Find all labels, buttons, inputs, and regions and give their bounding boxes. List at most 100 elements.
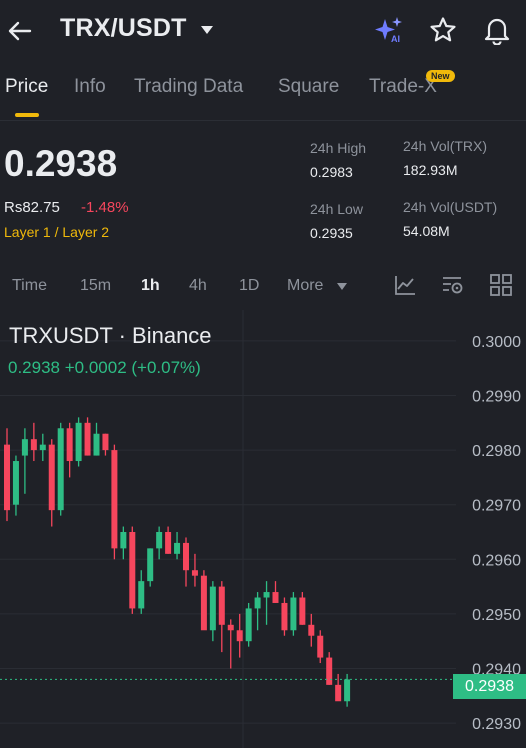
tab-price[interactable]: Price [5,76,48,98]
candle-body [147,548,154,582]
more-caret-icon[interactable] [337,283,347,290]
candle-body [12,461,19,505]
candle [66,422,73,478]
high-value: 0.2983 [310,164,353,180]
indicator-icon[interactable] [393,273,417,297]
chart-title: TRXUSDT · Binance [9,323,212,348]
candle [281,597,288,636]
candle [183,537,189,587]
bell-icon[interactable] [483,15,511,45]
candle [254,592,261,631]
tab-square[interactable]: Square [278,76,339,98]
candle [317,630,324,664]
candle [156,526,163,560]
candle [102,433,109,456]
interval-1h[interactable]: 1h [141,277,160,295]
candle-body [218,586,225,625]
svg-text:AI: AI [391,34,400,44]
interval-bar: Time 15m 1h 4h 1D More [0,270,526,302]
interval-1d[interactable]: 1D [239,277,259,295]
candle [120,526,127,560]
header: TRX/USDT AI [0,0,526,62]
interval-more[interactable]: More [287,277,323,295]
y-tick-label: 0.2950 [472,607,521,624]
star-icon[interactable] [429,16,457,44]
low-label: 24h Low [310,201,363,217]
candle-body [209,586,216,631]
candle-body [326,657,333,685]
candle-body [308,624,315,636]
candle-body [236,630,243,642]
vol-usdt-value: 54.08M [403,223,450,239]
candle [290,592,297,636]
candle [48,439,55,527]
new-badge: New [426,70,455,82]
candle [272,581,279,603]
candle-body [263,592,270,598]
candle-body [75,422,82,462]
candle-body [290,597,297,631]
y-tick-label: 0.2930 [472,716,521,733]
candle [21,428,28,494]
back-arrow-icon[interactable] [6,17,34,45]
candle-body [39,444,46,451]
candle [218,581,225,653]
candle-body [227,624,234,631]
candle [111,444,118,560]
candle-body [138,581,145,609]
vol-usdt-label: 24h Vol(USDT) [403,199,498,215]
caret-down-icon[interactable] [201,26,213,34]
ai-sparkle-icon[interactable]: AI [374,15,404,45]
candlestick-chart[interactable]: 0.3000 0.2990 0.2980 0.2970 0.2960 0.2950 0.29… [0,310,526,748]
last-price-flag: 0.2938 [453,674,526,699]
grid-layout-icon[interactable] [489,273,513,297]
candle [344,673,351,707]
candle-body [30,439,37,451]
candle-body [156,532,163,549]
candle-body [48,444,55,511]
y-tick-label: 0.2960 [472,552,521,569]
candle-body [66,428,73,462]
candle [227,619,234,669]
candle-body [4,444,10,511]
category-tag[interactable]: Layer 1 / Layer 2 [4,224,109,240]
candle [12,455,19,516]
y-tick-label: 0.2980 [472,443,521,460]
candle [57,422,64,516]
candle-body [120,532,127,549]
candle-body [21,439,28,456]
candle [245,602,252,647]
vol-trx-label: 24h Vol(TRX) [403,138,488,154]
candle-body [254,597,261,609]
candle-body [200,575,207,631]
candle [263,581,270,625]
candle [299,592,306,625]
candle [326,652,333,685]
settings-icon[interactable] [441,273,465,297]
candle [147,548,154,587]
candle-body [102,433,109,451]
tab-trading-data[interactable]: Trading Data [134,76,243,98]
active-tab-indicator [15,113,39,117]
interval-15m[interactable]: 15m [80,277,111,295]
candle [335,673,342,702]
candle-body [317,635,324,658]
candle-body [84,422,91,456]
high-label: 24h High [310,140,367,156]
candle-body [183,542,189,571]
candle [129,526,136,614]
candle [165,526,172,554]
candle-body [129,532,136,609]
interval-4h[interactable]: 4h [189,277,207,295]
divider [0,120,526,121]
candle-body [272,592,279,603]
pair-title[interactable]: TRX/USDT [60,14,187,43]
candle [174,532,181,560]
interval-time[interactable]: Time [12,277,47,295]
candle [75,417,82,467]
y-tick-label: 0.2990 [472,389,521,406]
candle [236,613,243,658]
tab-info[interactable]: Info [74,76,106,98]
page-tabs: Price Info Trading Data Square Trade-X N… [0,70,526,118]
vol-trx-value: 182.93M [403,162,458,178]
